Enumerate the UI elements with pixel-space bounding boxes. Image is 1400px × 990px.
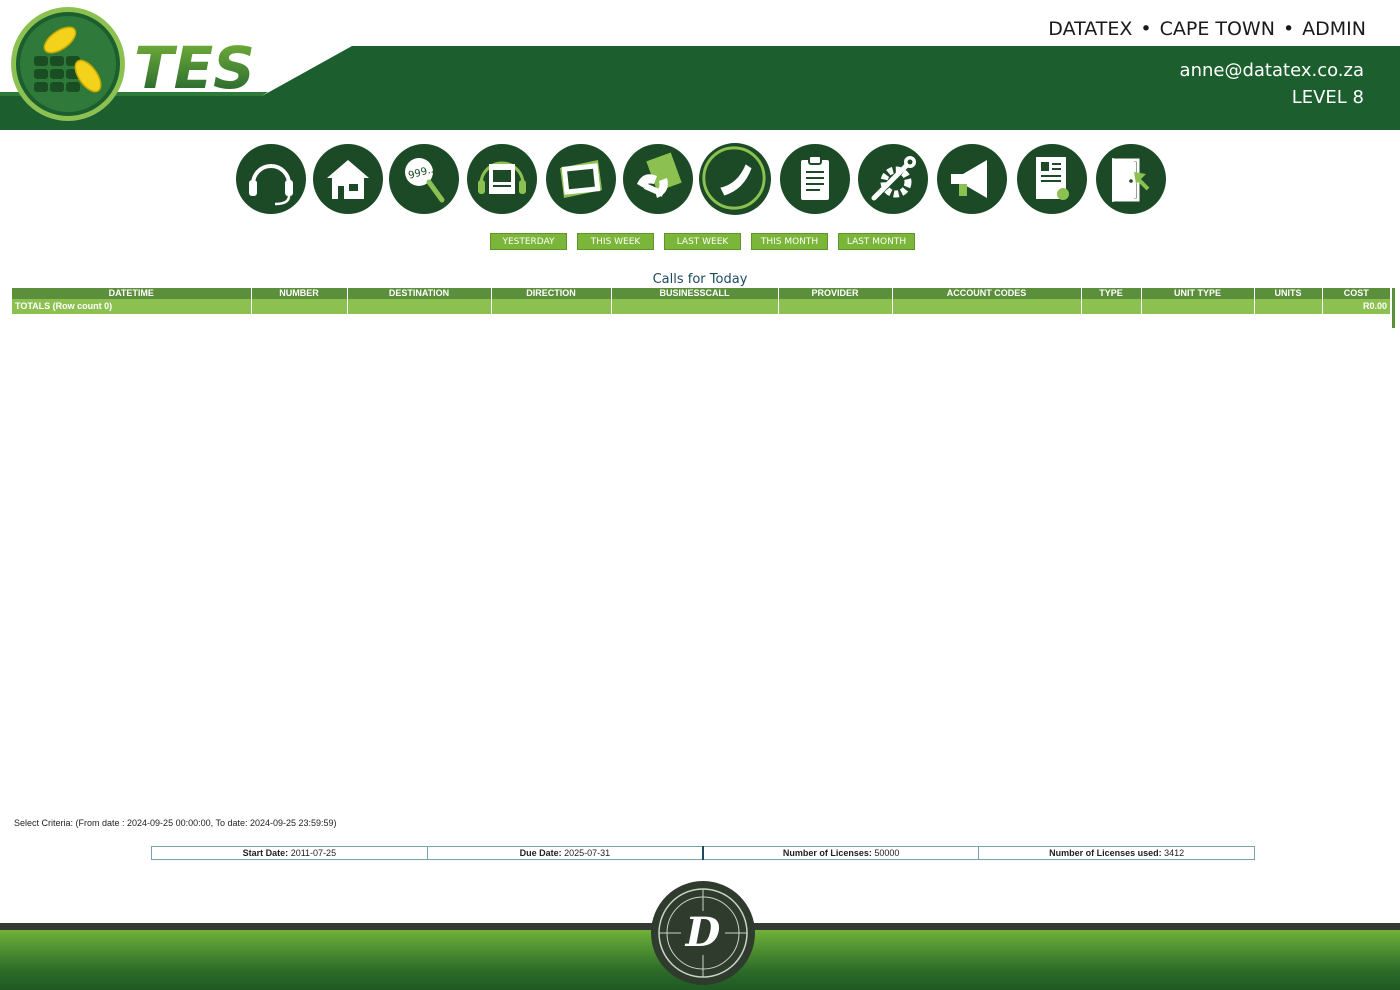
separator: • — [1140, 18, 1152, 40]
app-footer: D — [0, 880, 1400, 990]
phone-call-icon[interactable] — [699, 143, 771, 215]
column-header-units[interactable]: UNITS — [1253, 288, 1322, 299]
scrollbar-edge[interactable] — [1392, 288, 1395, 328]
column-header-direction[interactable]: DIRECTION — [490, 288, 611, 299]
licenses-used-label: Number of Licenses used: — [1049, 848, 1162, 858]
calls-table: DATETIME NUMBER DESTINATION DIRECTION BU… — [12, 288, 1390, 314]
totals-cell — [891, 299, 1081, 314]
certificate-icon[interactable] — [1017, 144, 1087, 214]
license-count-value: 50000 — [874, 848, 900, 858]
totals-cell — [1140, 299, 1254, 314]
number-search-icon[interactable]: 999.. — [389, 144, 459, 214]
last-month-button[interactable]: LAST MONTH — [838, 233, 915, 250]
column-header-provider[interactable]: PROVIDER — [777, 288, 892, 299]
tes-wordmark: TES — [134, 34, 255, 94]
column-header-cost[interactable]: COST — [1321, 288, 1390, 299]
headset-icon[interactable] — [236, 144, 306, 214]
totals-row: TOTALS (Row count 0) R0.00 — [12, 299, 1390, 314]
column-header-number[interactable]: NUMBER — [250, 288, 347, 299]
start-date: Start Date: 2011-07-25 — [151, 846, 428, 860]
license-count: Number of Licenses: 50000 — [702, 846, 980, 860]
main-navigation: 999.. — [236, 143, 1176, 216]
totals-cell — [610, 299, 778, 314]
datatex-logo-icon[interactable]: D — [650, 880, 756, 986]
logout-icon[interactable] — [1096, 144, 1166, 214]
licenses-used-value: 3412 — [1164, 848, 1185, 858]
start-date-label: Start Date: — [242, 848, 289, 858]
svg-text:D: D — [685, 909, 721, 956]
start-date-value: 2011-07-25 — [290, 848, 337, 858]
org-name: DATATEX — [1048, 18, 1133, 40]
totals-cell — [250, 299, 347, 314]
phone-bill-icon[interactable] — [623, 144, 693, 214]
totals-cell — [1080, 299, 1141, 314]
totals-cell — [1253, 299, 1322, 314]
column-header-destination[interactable]: DESTINATION — [346, 288, 491, 299]
screen-icon[interactable] — [546, 144, 616, 214]
due-date: Due Date: 2025-07-31 — [426, 846, 704, 860]
organization-line: DATATEX • CAPE TOWN • ADMIN — [1048, 18, 1366, 40]
this-week-button[interactable]: THIS WEEK — [577, 233, 654, 250]
home-icon[interactable] — [313, 144, 383, 214]
column-header-type[interactable]: TYPE — [1080, 288, 1141, 299]
column-header-account-codes[interactable]: ACCOUNT CODES — [891, 288, 1081, 299]
clipboard-icon[interactable] — [780, 144, 850, 214]
totals-cell — [346, 299, 491, 314]
license-count-label: Number of Licenses: — [782, 848, 872, 858]
separator: • — [1282, 18, 1295, 40]
licenses-used: Number of Licenses used: 3412 — [978, 846, 1255, 860]
svg-text:TES: TES — [134, 34, 255, 94]
tes-logo-icon[interactable] — [10, 6, 126, 122]
totals-cell — [777, 299, 892, 314]
user-role: ADMIN — [1302, 18, 1366, 40]
select-criteria: Select Criteria: (From date : 2024-09-25… — [14, 818, 337, 828]
yesterday-button[interactable]: YESTERDAY — [490, 233, 567, 250]
totals-cell — [490, 299, 611, 314]
totals-label: TOTALS (Row count 0) — [12, 299, 251, 314]
user-email: anne@datatex.co.za — [1179, 60, 1364, 81]
settings-icon[interactable] — [858, 144, 928, 214]
user-level: LEVEL 8 — [1291, 87, 1364, 108]
due-date-label: Due Date: — [519, 848, 562, 858]
column-header-businesscall[interactable]: BUSINESSCALL — [610, 288, 778, 299]
due-date-value: 2025-07-31 — [564, 848, 611, 858]
location-name: CAPE TOWN — [1159, 18, 1275, 40]
column-header-unit-type[interactable]: UNIT TYPE — [1140, 288, 1254, 299]
column-header-datetime[interactable]: DATETIME — [12, 288, 251, 299]
last-week-button[interactable]: LAST WEEK — [664, 233, 741, 250]
app-header: TES DATATEX • CAPE TOWN • ADMIN anne@datatex… — [0, 0, 1400, 130]
totals-cost: R0.00 — [1321, 299, 1390, 314]
table-header-row: DATETIME NUMBER DESTINATION DIRECTION BU… — [12, 288, 1390, 299]
announcement-icon[interactable] — [937, 144, 1007, 214]
this-month-button[interactable]: THIS MONTH — [751, 233, 828, 250]
operator-directory-icon[interactable] — [467, 144, 537, 214]
license-info: Start Date: 2011-07-25 Due Date: 2025-07… — [151, 846, 1255, 860]
report-title: Calls for Today — [652, 272, 748, 287]
